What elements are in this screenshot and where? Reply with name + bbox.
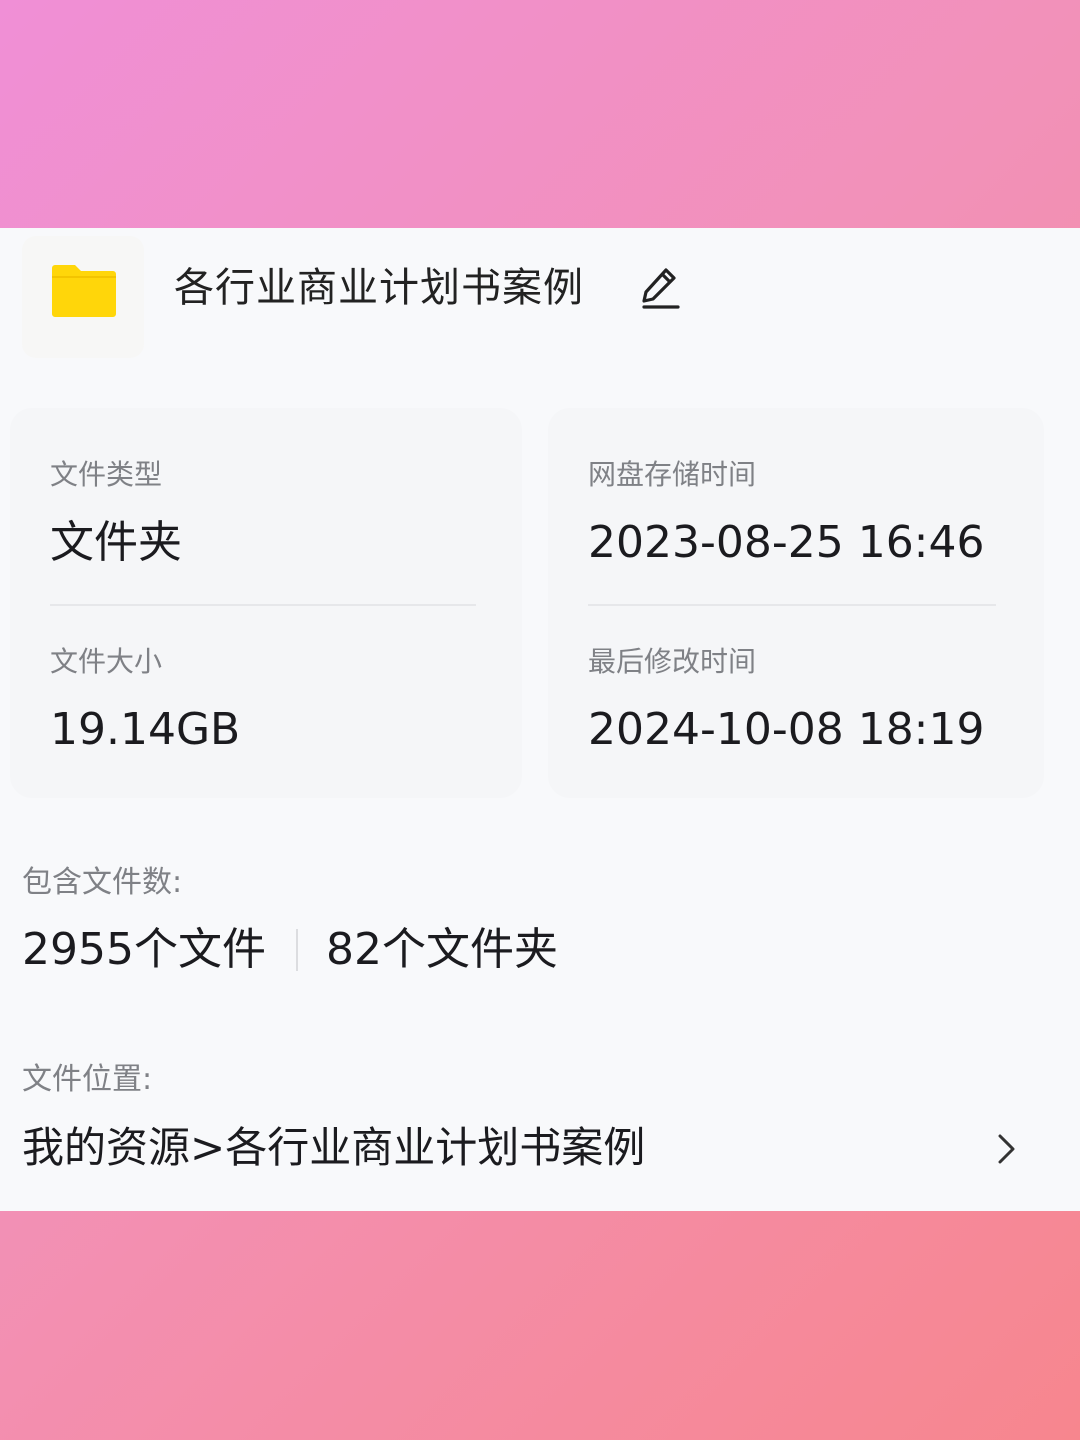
file-size-label: 文件大小: [50, 645, 163, 678]
modified-time-label: 最后修改时间: [588, 645, 757, 678]
divider: [50, 604, 476, 606]
details-card-left: 文件类型 文件夹 文件大小 19.14GB: [10, 408, 522, 798]
stored-time-value: 2023-08-25 16:46: [588, 517, 985, 568]
location-path: 我的资源>各行业商业计划书案例: [22, 1123, 646, 1172]
file-size-value: 19.14GB: [50, 704, 241, 755]
contents-count: 2955个文件 82个文件夹: [22, 920, 558, 980]
contents-count-label: 包含文件数:: [22, 865, 183, 900]
file-count: 2955个文件: [22, 924, 266, 975]
file-type-label: 文件类型: [50, 458, 163, 491]
details-card-right: 网盘存储时间 2023-08-25 16:46 最后修改时间 2024-10-0…: [548, 408, 1044, 798]
location-label: 文件位置:: [22, 1062, 153, 1097]
divider: [588, 604, 996, 606]
folder-icon: [52, 265, 116, 317]
count-separator: [295, 929, 298, 971]
folder-name: 各行业商业计划书案例: [174, 265, 584, 311]
file-type-value: 文件夹: [50, 517, 182, 568]
folder-count: 82个文件夹: [325, 924, 558, 975]
location-path-row[interactable]: 我的资源>各行业商业计划书案例: [0, 1113, 1080, 1183]
folder-thumbnail: [22, 236, 144, 358]
file-details-panel: 各行业商业计划书案例 文件类型 文件夹 文件大小 19.14GB 网盘存储时间 …: [0, 228, 1080, 1211]
stored-time-label: 网盘存储时间: [588, 458, 757, 491]
edit-pencil-icon[interactable]: [640, 264, 682, 310]
chevron-right-icon: [998, 1134, 1015, 1164]
modified-time-value: 2024-10-08 18:19: [588, 704, 985, 755]
